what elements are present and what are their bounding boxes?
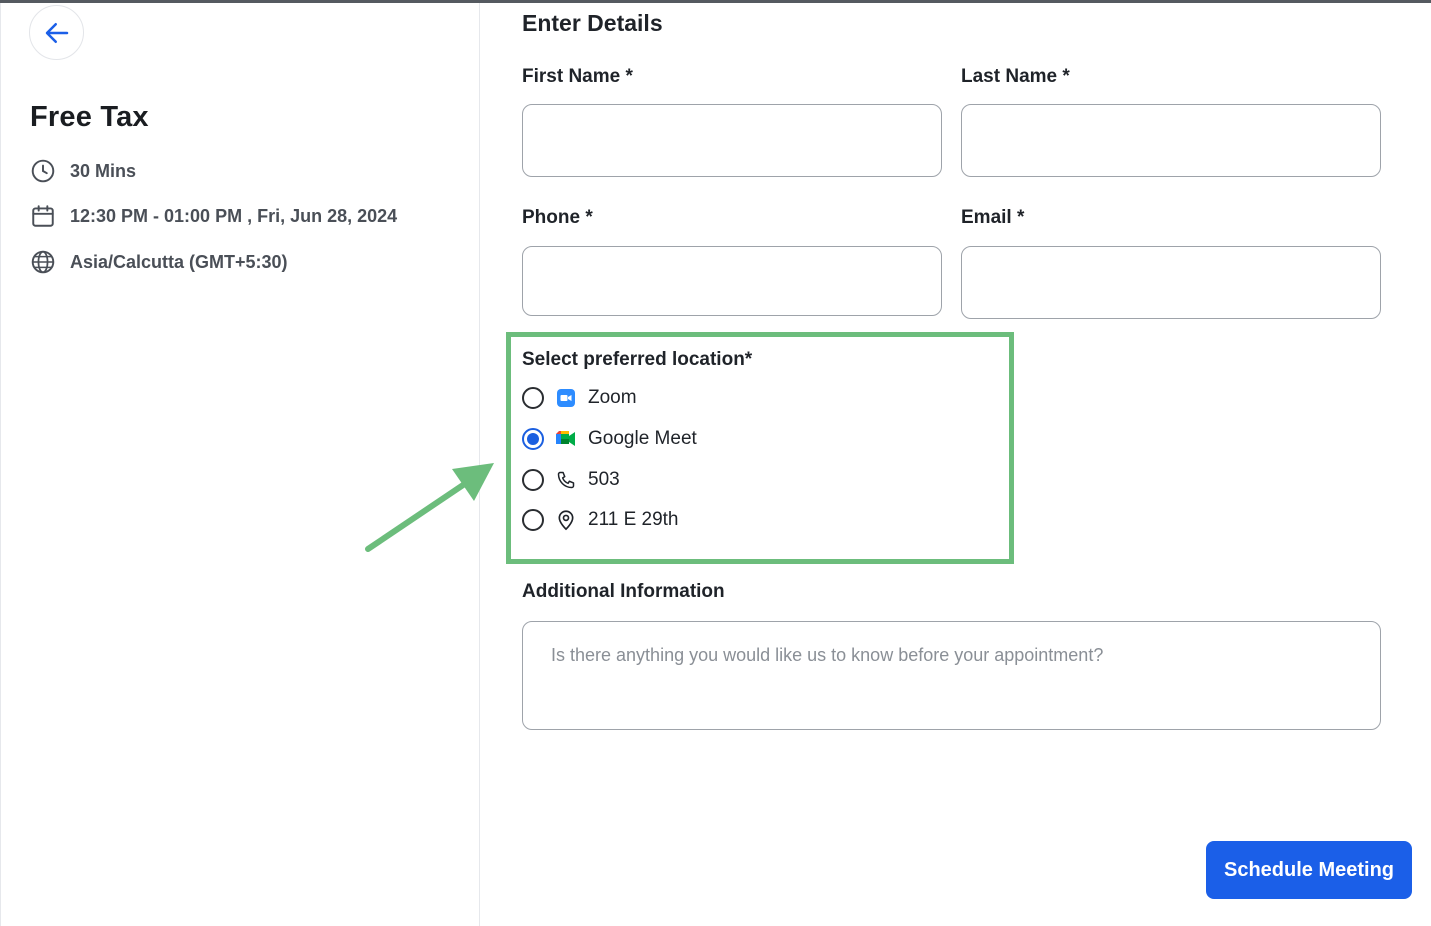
first-name-label: First Name * [522,66,633,87]
annotation-arrow-icon [365,463,494,552]
clock-icon [30,158,56,184]
duration-text: 30 Mins [70,160,137,181]
location-pin-icon [555,509,577,531]
datetime-row: 12:30 PM - 01:00 PM , Fri, Jun 28, 2024 [30,203,397,229]
email-label: Email * [961,207,1025,228]
location-label: Select preferred location* [522,349,753,370]
phone-input[interactable] [522,246,942,316]
last-name-label: Last Name * [961,66,1070,87]
google-meet-icon [555,428,577,450]
location-option-google-meet[interactable]: Google Meet [522,428,697,450]
globe-icon [30,249,56,275]
phone-label: Phone * [522,207,593,228]
location-option-address[interactable]: 211 E 29th [522,509,679,531]
event-title: Free Tax [30,101,149,133]
arrow-left-icon [45,22,68,43]
location-option-label: Zoom [588,387,637,408]
calendar-icon [30,203,56,229]
phone-icon [555,469,577,491]
last-name-input[interactable] [961,104,1381,177]
schedule-meeting-button[interactable]: Schedule Meeting [1206,841,1412,899]
location-option-label: Google Meet [588,428,697,449]
first-name-input[interactable] [522,104,942,177]
back-button[interactable] [29,5,84,60]
location-option-phone[interactable]: 503 [522,469,620,491]
additional-info-textarea[interactable] [522,621,1381,730]
location-option-zoom[interactable]: Zoom [522,387,637,409]
datetime-text: 12:30 PM - 01:00 PM , Fri, Jun 28, 2024 [70,205,398,226]
radio-google-meet[interactable] [522,428,544,450]
location-option-label: 503 [588,469,620,490]
form-title: Enter Details [522,10,663,36]
email-input[interactable] [961,246,1381,319]
radio-zoom[interactable] [522,387,544,409]
radio-address[interactable] [522,509,544,531]
timezone-text: Asia/Calcutta (GMT+5:30) [70,251,288,272]
timezone-row: Asia/Calcutta (GMT+5:30) [30,249,288,275]
radio-phone[interactable] [522,469,544,491]
duration-row: 30 Mins [30,158,136,184]
additional-info-label: Additional Information [522,581,725,602]
location-option-label: 211 E 29th [588,509,679,530]
zoom-icon [555,387,577,409]
